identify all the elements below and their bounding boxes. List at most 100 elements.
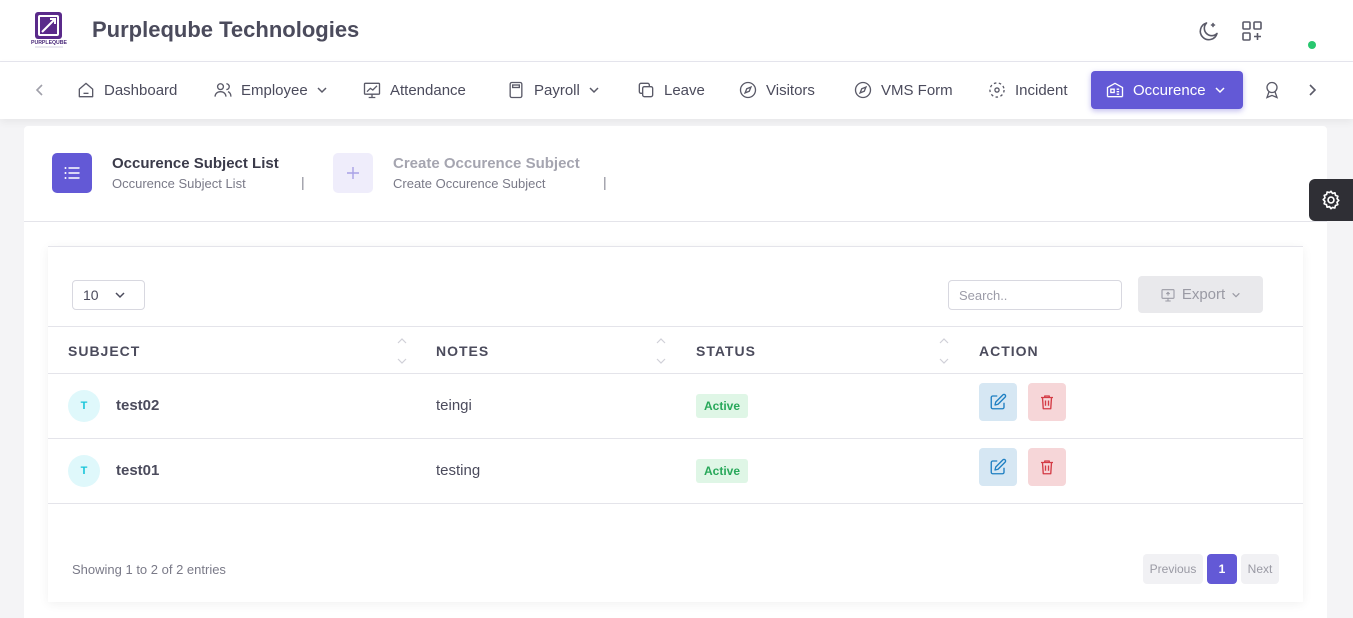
column-header-status[interactable]: STATUS bbox=[696, 343, 756, 359]
step-separator: | bbox=[603, 174, 607, 190]
step-separator: | bbox=[301, 174, 305, 190]
nav-scroll-right[interactable] bbox=[1302, 80, 1322, 100]
pagination-previous[interactable]: Previous bbox=[1143, 554, 1203, 584]
list-icon bbox=[64, 167, 80, 179]
copy-icon bbox=[638, 82, 654, 98]
chevron-down-icon bbox=[115, 292, 125, 299]
step-icon-box bbox=[333, 153, 373, 193]
subject-cell: test01 bbox=[116, 462, 160, 479]
pagination-next[interactable]: Next bbox=[1241, 554, 1279, 584]
nav-label: Leave bbox=[664, 81, 705, 99]
nav-label: Employee bbox=[241, 81, 308, 99]
nav-label: Dashboard bbox=[104, 81, 178, 99]
nav-item-dashboard[interactable]: Dashboard bbox=[66, 71, 187, 109]
avatar: T bbox=[68, 455, 100, 487]
table-info: Showing 1 to 2 of 2 entries bbox=[72, 562, 226, 577]
status-badge: Active bbox=[696, 459, 749, 483]
company-logo[interactable]: PURPLEQUBE bbox=[30, 11, 68, 49]
edit-icon bbox=[990, 458, 1007, 475]
table-header: SUBJECT NOTES STATUS ACTION bbox=[48, 326, 1303, 374]
avatar: T bbox=[68, 390, 100, 422]
step-icon-box bbox=[52, 153, 92, 193]
column-header-notes[interactable]: NOTES bbox=[436, 343, 489, 359]
step-subject-list[interactable]: Occurence Subject List Occurence Subject… bbox=[52, 153, 279, 193]
dark-mode-toggle[interactable] bbox=[1196, 18, 1222, 44]
step-create-subject[interactable]: Create Occurence Subject Create Occurenc… bbox=[333, 153, 580, 193]
notes-cell: teingi bbox=[436, 397, 472, 414]
sort-icon[interactable] bbox=[396, 336, 408, 366]
subject-cell: test02 bbox=[116, 397, 160, 414]
nav-item-occurence[interactable]: Occurence bbox=[1091, 71, 1243, 109]
nav-label: VMS Form bbox=[881, 81, 953, 99]
edit-button[interactable] bbox=[979, 383, 1017, 421]
step-subtitle: Occurence Subject List bbox=[112, 176, 246, 191]
trash-icon bbox=[1041, 460, 1053, 475]
page-size-select[interactable]: 10 bbox=[72, 280, 145, 310]
delete-button[interactable] bbox=[1028, 383, 1066, 421]
theme-settings-button[interactable] bbox=[1309, 179, 1353, 221]
export-label: Export bbox=[1181, 286, 1226, 303]
nav-label: Visitors bbox=[766, 81, 815, 99]
chevron-down-icon bbox=[1232, 292, 1240, 298]
notes-cell: testing bbox=[436, 462, 481, 479]
compass-icon bbox=[854, 81, 872, 99]
nav-item-awards[interactable] bbox=[1254, 71, 1290, 109]
search-input[interactable] bbox=[948, 280, 1122, 310]
sort-icon[interactable] bbox=[938, 336, 950, 366]
top-bar: PURPLEQUBE Purpleqube Technologies bbox=[0, 0, 1353, 62]
nav-label: Occurence bbox=[1133, 81, 1206, 99]
status-badge: Active bbox=[696, 394, 749, 418]
nav-item-incident[interactable]: Incident bbox=[977, 71, 1078, 109]
focus-icon bbox=[989, 82, 1005, 98]
compass-icon bbox=[739, 81, 757, 99]
table-row: T test02 teingi Active bbox=[48, 374, 1303, 439]
chevron-down-icon bbox=[317, 87, 327, 94]
delete-button[interactable] bbox=[1028, 448, 1066, 486]
nav-item-payroll[interactable]: Payroll bbox=[496, 71, 610, 109]
nav-label: Attendance bbox=[390, 81, 466, 99]
chevron-left-icon bbox=[35, 84, 43, 96]
award-icon bbox=[1265, 81, 1279, 99]
step-title: Occurence Subject List bbox=[112, 155, 279, 172]
table-row: T test01 testing Active bbox=[48, 439, 1303, 504]
edit-button[interactable] bbox=[979, 448, 1017, 486]
nav-item-leave[interactable]: Leave bbox=[626, 71, 715, 109]
apps-button[interactable] bbox=[1239, 18, 1265, 44]
plus-icon bbox=[347, 167, 359, 179]
online-status-dot bbox=[1308, 41, 1316, 49]
nav-scroll-left[interactable] bbox=[30, 80, 50, 100]
nav-item-vms-form[interactable]: VMS Form bbox=[843, 71, 963, 109]
chevron-down-icon bbox=[589, 87, 599, 94]
nav-item-employee[interactable]: Employee bbox=[203, 71, 338, 109]
nav-label: Incident bbox=[1015, 81, 1068, 99]
subjects-table-card: 10 Export SUBJECT NOTES STATUS ACTION T … bbox=[48, 246, 1303, 602]
sort-icon[interactable] bbox=[655, 336, 667, 366]
calculator-icon bbox=[509, 81, 523, 99]
column-header-subject[interactable]: SUBJECT bbox=[68, 343, 140, 359]
nav-item-visitors[interactable]: Visitors bbox=[728, 71, 825, 109]
home-icon bbox=[78, 82, 94, 98]
nav-item-attendance[interactable]: Attendance bbox=[352, 71, 476, 109]
users-icon bbox=[214, 83, 232, 97]
gear-icon bbox=[1322, 190, 1340, 210]
chevron-down-icon bbox=[1215, 87, 1225, 94]
main-navbar: Dashboard Employee Attendance Payroll Le… bbox=[0, 62, 1353, 119]
step-title: Create Occurence Subject bbox=[393, 155, 580, 172]
page-size-value: 10 bbox=[83, 287, 99, 303]
chart-icon bbox=[363, 82, 381, 99]
trash-icon bbox=[1041, 395, 1053, 410]
apps-grid-icon bbox=[1242, 21, 1262, 41]
moon-icon bbox=[1199, 22, 1218, 41]
nav-label: Payroll bbox=[534, 81, 580, 99]
brand-name: Purpleqube Technologies bbox=[92, 17, 360, 42]
logo-text: PURPLEQUBE bbox=[31, 40, 68, 46]
column-header-action: ACTION bbox=[979, 343, 1039, 359]
export-button[interactable]: Export bbox=[1138, 276, 1263, 313]
building-icon bbox=[1106, 82, 1124, 98]
export-icon bbox=[1161, 288, 1175, 302]
pagination-page-1[interactable]: 1 bbox=[1207, 554, 1237, 584]
step-subtitle: Create Occurence Subject bbox=[393, 176, 546, 191]
edit-icon bbox=[990, 393, 1007, 410]
steps-card: Occurence Subject List Occurence Subject… bbox=[24, 126, 1327, 222]
chevron-right-icon bbox=[1309, 84, 1317, 96]
